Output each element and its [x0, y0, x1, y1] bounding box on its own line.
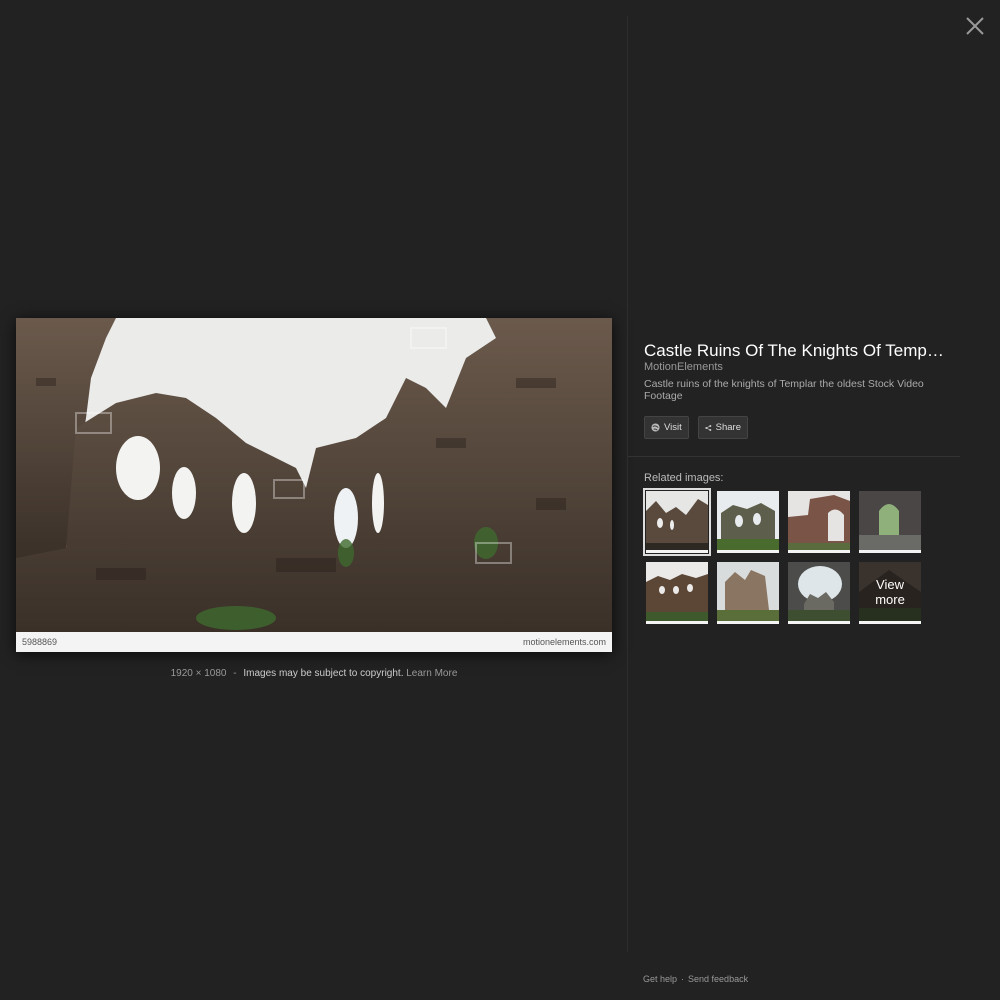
share-button[interactable]: Share [698, 416, 748, 439]
view-more-line-1: View [876, 577, 904, 592]
close-icon[interactable] [963, 14, 987, 38]
related-thumb-3[interactable] [788, 491, 850, 553]
image-caption-strip: 5988869 motionelements.com [16, 632, 612, 652]
related-images-label: Related images: [644, 472, 724, 484]
copyright-notice: Images may be subject to copyright. [243, 668, 404, 679]
related-thumb-4[interactable] [859, 491, 921, 553]
image-id: 5988869 [22, 637, 58, 647]
send-feedback-link[interactable]: Send feedback [688, 974, 748, 984]
share-icon [705, 424, 712, 431]
view-more-button[interactable]: View more [859, 562, 921, 624]
share-label: Share [715, 422, 741, 433]
related-thumb-1[interactable] [643, 488, 711, 556]
main-image[interactable]: 5988869 motionelements.com [16, 318, 612, 652]
image-title[interactable]: Castle Ruins Of The Knights Of Templar t… [644, 341, 944, 361]
related-thumb-6[interactable] [717, 562, 779, 624]
view-more-line-2: more [875, 592, 905, 607]
footer-separator: · [681, 974, 685, 984]
related-thumb-7[interactable] [788, 562, 850, 624]
image-site: motionelements.com [522, 637, 606, 647]
image-source[interactable]: MotionElements [644, 361, 723, 373]
visit-button[interactable]: Visit [644, 416, 689, 439]
visit-label: Visit [664, 422, 682, 433]
panel-section-divider [628, 456, 960, 457]
meta-separator: - [233, 668, 237, 679]
help-footer: Get help · Send feedback [643, 974, 748, 984]
learn-more-link[interactable]: Learn More [406, 668, 457, 679]
image-dimensions: 1920 × 1080 [170, 668, 227, 679]
view-more-label: View more [859, 577, 921, 607]
globe-icon [651, 423, 660, 432]
related-thumb-5[interactable] [646, 562, 708, 624]
panel-divider [627, 16, 628, 952]
get-help-link[interactable]: Get help [643, 974, 677, 984]
related-thumb-2[interactable] [717, 491, 779, 553]
image-meta: 1920 × 1080 - Images may be subject to c… [0, 668, 628, 679]
image-description: Castle ruins of the knights of Templar t… [644, 378, 924, 402]
